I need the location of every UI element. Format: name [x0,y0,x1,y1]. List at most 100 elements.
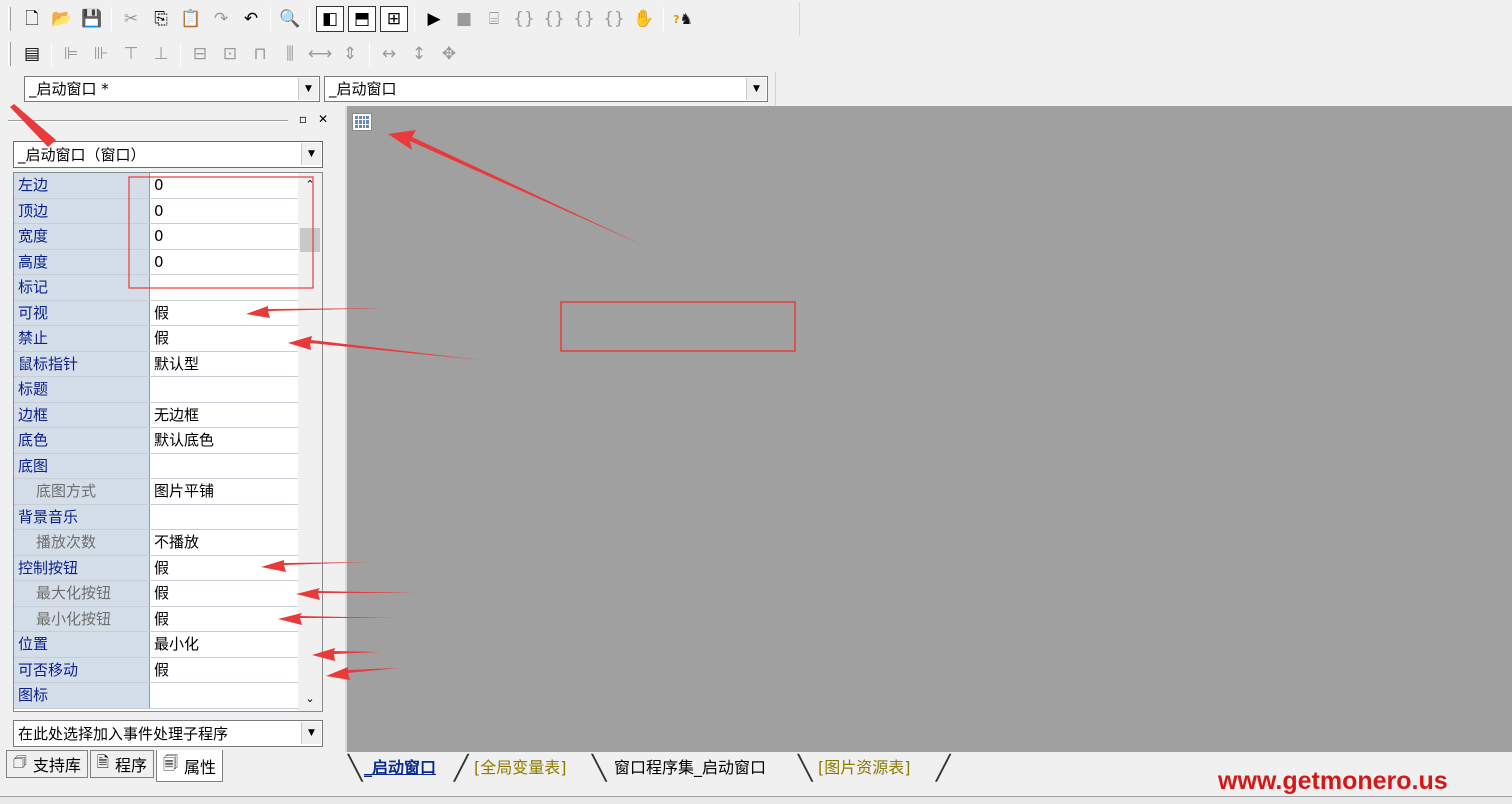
run-to-cursor-icon[interactable]: {} [599,5,629,33]
scrollbar-thumb[interactable] [300,228,320,252]
center-horizontal-icon[interactable]: ⊟ [185,40,215,68]
step-icon[interactable]: ⌸ [479,5,509,33]
property-row[interactable]: 标题 [14,377,322,403]
property-value[interactable]: 无边框 [150,403,297,428]
space-vertical-icon[interactable]: ⇕ [335,40,365,68]
step-over-icon[interactable]: {} [539,5,569,33]
form-designer[interactable] [345,106,1512,752]
property-value[interactable]: 0 [150,250,297,275]
find-icon[interactable]: 🔍 [275,5,305,33]
copy-icon[interactable]: ⎘ [146,5,176,33]
layout-split-icon[interactable]: ⊞ [380,6,408,32]
scroll-up-icon[interactable]: ⌃ [298,175,322,195]
chevron-down-icon[interactable]: ▼ [298,77,318,100]
tab-window-assembly[interactable]: 窗口程序集_启动窗口 [614,754,766,782]
space-horizontal-icon[interactable]: ⟷ [305,40,335,68]
property-row[interactable]: 底图 [14,453,322,479]
scroll-down-icon[interactable]: ⌄ [298,689,322,709]
save-icon[interactable]: 💾 [77,5,107,33]
property-row[interactable]: 底图方式 图片平铺 [14,479,322,505]
form-icon[interactable]: ▤ [17,40,47,68]
tab-global-vars[interactable]: [全局变量表] [474,754,567,782]
window-selector[interactable]: _启动窗口 * ▼ [24,75,320,102]
property-value[interactable]: 假 [150,556,297,581]
property-row[interactable]: 鼠标指针 默认型 [14,351,322,377]
restore-icon[interactable]: ▫ [296,112,310,126]
property-row[interactable]: 播放次数 不播放 [14,530,322,556]
property-row[interactable]: 最大化按钮假 [14,581,322,607]
redo-icon[interactable]: ↷ [206,5,236,33]
layout-left-icon[interactable]: ◧ [316,6,344,32]
property-value[interactable] [150,377,297,402]
property-value[interactable] [150,275,297,300]
event-handler-selector[interactable]: 在此处选择加入事件处理子程序 ▼ [13,720,323,747]
property-row[interactable]: 可否移动假 [14,657,322,683]
grid-icon[interactable] [352,113,372,131]
hand-icon[interactable]: ✋ [629,5,659,33]
new-file-icon[interactable]: 🗋 [17,5,47,33]
property-value[interactable] [150,505,297,530]
property-value[interactable]: 0 [150,173,297,198]
property-value[interactable]: 默认型 [150,352,297,377]
align-bottom-icon[interactable]: ⊥ [146,40,176,68]
chevron-down-icon[interactable]: ▼ [301,143,321,165]
property-value[interactable]: 假 [150,607,297,632]
property-row[interactable]: 高度 0 [14,249,322,275]
property-row[interactable]: 左边 0 [14,173,322,199]
align-top-icon[interactable]: ⊤ [116,40,146,68]
property-value[interactable] [150,683,297,708]
property-value[interactable]: 0 [150,224,297,249]
property-row[interactable]: 边框 无边框 [14,402,322,428]
tab-program[interactable]: 🗎 程序 [89,750,154,778]
property-value[interactable]: 图片平铺 [150,479,297,504]
property-row[interactable]: 宽度 0 [14,224,322,250]
property-row[interactable]: 可视假 [14,300,322,326]
run-icon[interactable]: ▶ [419,5,449,33]
property-value[interactable]: 不播放 [150,530,297,555]
close-icon[interactable]: ✕ [316,112,330,126]
property-value[interactable]: 假 [150,658,297,683]
undo-icon[interactable]: ↶ [236,5,266,33]
cut-icon[interactable]: ✂ [116,5,146,33]
stretch-width-icon[interactable]: ↔ [374,40,404,68]
property-row[interactable]: 位置 最小化 [14,632,322,658]
bottom-output-tabs[interactable] [0,796,1512,804]
property-value[interactable]: 假 [150,581,297,606]
property-value[interactable]: 默认底色 [150,428,297,453]
paste-icon[interactable]: 📋 [176,5,206,33]
property-row[interactable]: 顶边 0 [14,198,322,224]
property-value[interactable]: 假 [150,326,297,351]
panel-grip[interactable] [8,120,288,122]
property-row[interactable]: 控制按钮假 [14,555,322,581]
tab-library[interactable]: 🗇 支持库 [6,750,88,778]
step-into-icon[interactable]: {} [509,5,539,33]
event-target-selector[interactable]: _启动窗口 ▼ [324,75,768,102]
layout-top-icon[interactable]: ⬒ [348,6,376,32]
chevron-down-icon[interactable]: ▼ [301,722,321,744]
tab-start-window[interactable]: _启动窗口 [364,754,436,782]
property-row[interactable]: 背景音乐 [14,504,322,530]
chevron-down-icon[interactable]: ▼ [746,77,766,100]
stop-icon[interactable]: ■ [449,5,479,33]
property-value[interactable]: 最小化 [150,632,297,657]
property-row[interactable]: 图标 [14,683,322,709]
center-vertical-icon[interactable]: ⊡ [215,40,245,68]
property-value[interactable]: 0 [150,199,297,224]
toolbar-grip[interactable] [8,42,11,66]
open-folder-icon[interactable]: 📂 [47,5,77,33]
same-height-icon[interactable]: ⫼ [275,40,305,68]
property-row[interactable]: 最小化按钮假 [14,606,322,632]
step-out-icon[interactable]: {} [569,5,599,33]
stretch-both-icon[interactable]: ✥ [434,40,464,68]
tab-picture-resources[interactable]: [图片资源表] [818,754,911,782]
tab-properties[interactable]: 🗐 属性 [155,750,223,782]
align-right-icon[interactable]: ⊪ [86,40,116,68]
object-selector[interactable]: _启动窗口（窗口） ▼ [13,141,323,168]
property-row[interactable]: 标记 [14,275,322,301]
help-icon[interactable]: ? ♞ [668,5,698,33]
property-value[interactable] [150,454,297,479]
stretch-height-icon[interactable]: ↕ [404,40,434,68]
toolbar-grip[interactable] [8,7,11,31]
align-left-icon[interactable]: ⊫ [56,40,86,68]
property-row[interactable]: 禁止假 [14,326,322,352]
